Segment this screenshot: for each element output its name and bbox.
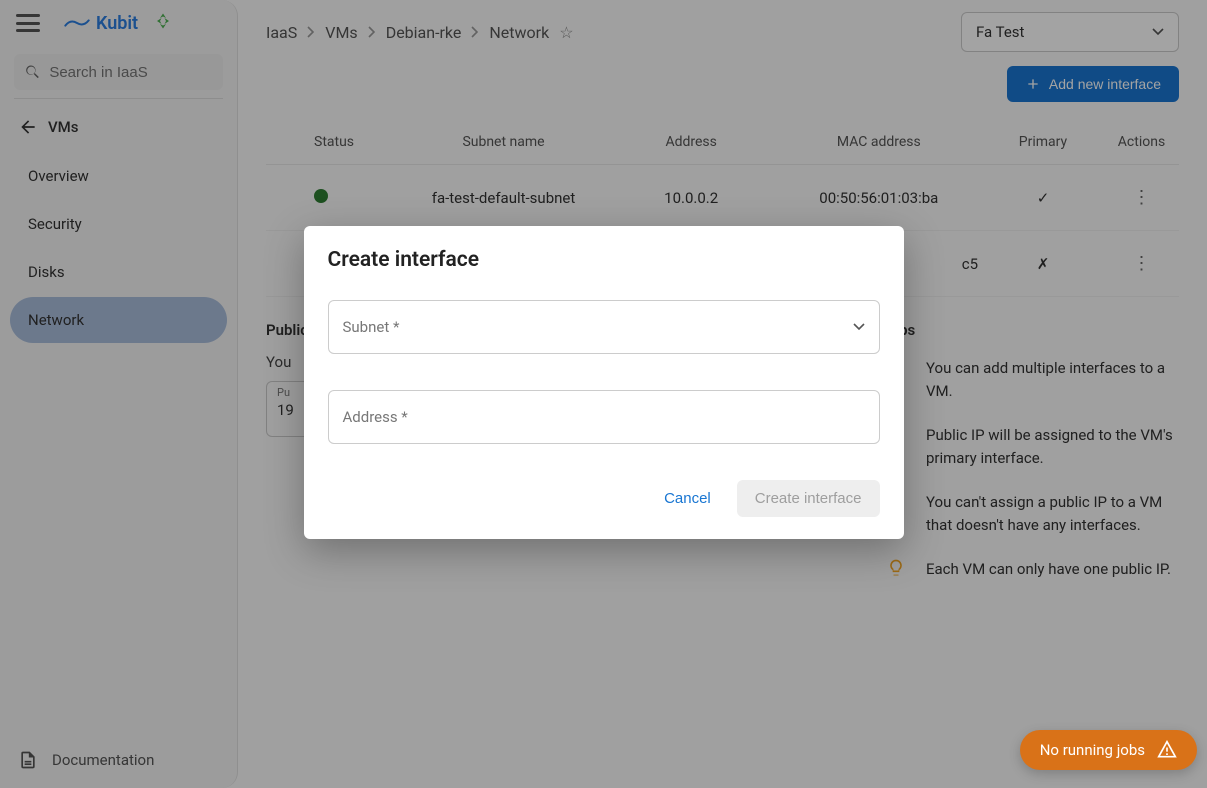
chevron-down-icon bbox=[853, 323, 865, 331]
jobs-text: No running jobs bbox=[1040, 741, 1145, 759]
cancel-button[interactable]: Cancel bbox=[650, 480, 725, 517]
jobs-badge[interactable]: No running jobs bbox=[1020, 730, 1197, 770]
create-interface-modal: Create interface Subnet * Address * Canc… bbox=[304, 226, 904, 539]
address-input[interactable]: Address * bbox=[328, 390, 880, 444]
warning-icon bbox=[1157, 740, 1177, 760]
subnet-label: Subnet * bbox=[343, 318, 400, 336]
subnet-select[interactable]: Subnet * bbox=[328, 300, 880, 354]
create-interface-submit-button: Create interface bbox=[737, 480, 880, 517]
modal-title: Create interface bbox=[328, 248, 880, 272]
modal-overlay[interactable]: Create interface Subnet * Address * Canc… bbox=[0, 0, 1207, 788]
address-label: Address * bbox=[343, 408, 408, 426]
